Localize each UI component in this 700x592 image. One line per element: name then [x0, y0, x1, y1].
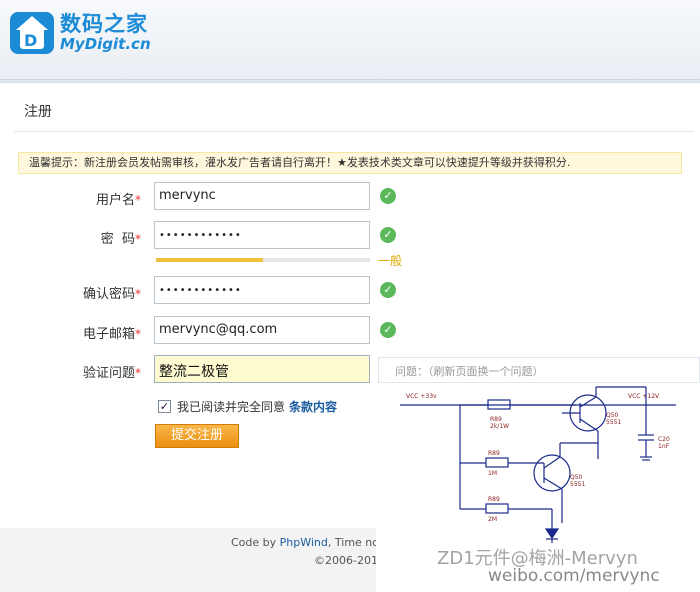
password-strength-bar	[156, 258, 370, 262]
watermark-weibo: weibo.com/mervync	[488, 566, 660, 586]
cap-label: C20	[658, 436, 670, 443]
question-hint[interactable]: 问题：（刷新页面换一个问题）	[378, 357, 700, 383]
password-label: 密 码*	[100, 232, 141, 247]
password-row: 密 码* •••••••••••• ✓	[0, 221, 420, 251]
submit-button[interactable]: 提交注册	[155, 424, 239, 448]
agree-terms: ✓ 我已阅读并完全同意 条款内容	[158, 398, 337, 415]
confirm-row: 确认密码* •••••••••••• ✓	[0, 276, 420, 306]
q-mid-value: 5551	[570, 481, 585, 488]
check-circle-icon: ✓	[380, 282, 396, 298]
vcc-right-label: VCC +12V	[628, 393, 660, 400]
email-label: 电子邮箱*	[82, 327, 141, 342]
question-label: 验证问题*	[82, 366, 141, 381]
terms-link[interactable]: 条款内容	[289, 398, 337, 415]
q-top-value: 5551	[606, 419, 621, 426]
question-row: 验证问题* 整流二极管	[0, 355, 420, 385]
house-logo-icon: D	[10, 12, 54, 54]
username-row: 用户名* mervync ✓	[0, 182, 420, 212]
r-bot-value: 2M	[488, 516, 497, 523]
password-strength-label: 一般	[378, 254, 403, 268]
q-mid-label: Q50	[570, 474, 583, 481]
site-header: D 数码之家 MyDigit.cn	[0, 0, 700, 80]
footer-powered-by: Code by PhpWind, Time now	[231, 536, 388, 549]
divider	[14, 131, 694, 132]
q-top-label: Q50	[606, 412, 619, 419]
cap-value: 1nF	[658, 443, 670, 450]
agree-text: 我已阅读并完全同意	[177, 400, 286, 414]
check-circle-icon: ✓	[380, 188, 396, 204]
page-title: 注册	[24, 104, 52, 120]
vcc-left-label: VCC +33v	[406, 393, 437, 400]
email-row: 电子邮箱* mervync@qq.com ✓	[0, 316, 420, 346]
r-top-value: 2k/1W	[490, 423, 509, 430]
footer-copyright: ©2006-201	[314, 554, 378, 567]
check-circle-icon: ✓	[380, 322, 396, 338]
question-answer-input[interactable]: 整流二极管	[154, 355, 370, 383]
r-bot-label: R89	[488, 496, 500, 503]
agree-checkbox[interactable]: ✓	[158, 400, 171, 413]
username-label: 用户名*	[95, 193, 141, 208]
r-mid-label: R89	[488, 450, 500, 457]
logo-title: 数码之家	[60, 12, 148, 36]
password-strength-fill	[156, 258, 263, 262]
check-circle-icon: ✓	[380, 227, 396, 243]
r-top-label: R89	[490, 416, 502, 423]
confirm-password-input[interactable]: ••••••••••••	[154, 276, 370, 304]
username-input[interactable]: mervync	[154, 182, 370, 210]
email-input[interactable]: mervync@qq.com	[154, 316, 370, 344]
notice-banner: 温馨提示：新注册会员发帖需审核，灌水发广告者请自行离开！★发表技术类文章可以快速…	[18, 152, 682, 174]
phpwind-link[interactable]: PhpWind	[280, 536, 328, 549]
logo-domain: MyDigit.cn	[60, 35, 151, 53]
password-input[interactable]: ••••••••••••	[154, 221, 370, 249]
r-mid-value: 1M	[488, 470, 497, 477]
confirm-label: 确认密码*	[82, 287, 141, 302]
site-logo[interactable]: D 数码之家 MyDigit.cn	[10, 12, 151, 54]
